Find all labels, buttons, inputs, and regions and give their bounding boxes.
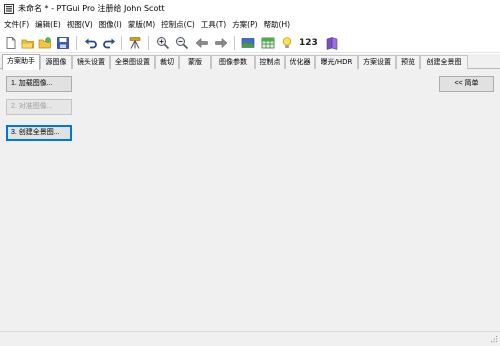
- table-icon[interactable]: [261, 36, 275, 50]
- tab-project-settings[interactable]: 方案设置: [358, 55, 396, 69]
- tab-preview[interactable]: 预览: [396, 55, 420, 69]
- undo-icon[interactable]: [84, 36, 98, 50]
- tab-bar: 方案助手 源图像 镜头设置 全景图设置 裁切 蒙版 图像参数 控制点 优化器 曝…: [0, 54, 500, 70]
- tab-source-images[interactable]: 源图像: [40, 55, 72, 69]
- simple-mode-button[interactable]: << 简单: [439, 76, 494, 92]
- title-bar: 未命名 * - PTGui Pro 注册给 John Scott: [0, 0, 500, 18]
- resize-grip-icon[interactable]: [489, 335, 498, 344]
- status-bar: [0, 331, 500, 346]
- toolbar-separator: [121, 36, 122, 50]
- menu-tools[interactable]: 工具(T): [198, 18, 229, 32]
- tab-control-points[interactable]: 控制点: [255, 55, 285, 69]
- toolbar: 123: [0, 33, 500, 53]
- zoom-in-icon[interactable]: [156, 36, 170, 50]
- tab-project-assistant[interactable]: 方案助手: [2, 54, 40, 70]
- menu-bar: 文件(F) 编辑(E) 视图(V) 图像(I) 蒙版(M) 控制点(C) 工具(…: [0, 18, 500, 32]
- menu-mask[interactable]: 蒙版(M): [125, 18, 158, 32]
- create-panorama-button[interactable]: 3. 创建全景图...: [6, 125, 72, 141]
- menu-images[interactable]: 图像(I): [96, 18, 125, 32]
- save-icon[interactable]: [56, 36, 70, 50]
- tab-crop[interactable]: 裁切: [155, 55, 179, 69]
- menu-help[interactable]: 帮助(H): [261, 18, 294, 32]
- toolbar-separator: [76, 36, 77, 50]
- tripod-icon[interactable]: [128, 36, 142, 50]
- menu-file[interactable]: 文件(F): [0, 18, 32, 32]
- tab-lens-settings[interactable]: 镜头设置: [72, 55, 110, 69]
- toolbar-separator: [234, 36, 235, 50]
- ptgui-app-icon: [4, 4, 14, 14]
- numbers-icon[interactable]: 123: [299, 36, 318, 50]
- open-recent-icon[interactable]: [38, 36, 52, 50]
- zoom-out-icon[interactable]: [175, 36, 189, 50]
- tab-mask[interactable]: 蒙版: [179, 55, 211, 69]
- back-arrow-icon[interactable]: [195, 36, 209, 50]
- load-images-button[interactable]: 1. 加载图像...: [6, 76, 72, 92]
- tab-create-panorama[interactable]: 创建全景图: [420, 55, 468, 69]
- tab-optimizer[interactable]: 优化器: [285, 55, 315, 69]
- open-folder-icon[interactable]: [21, 36, 35, 50]
- tab-panorama-settings[interactable]: 全景图设置: [110, 55, 155, 69]
- new-document-icon[interactable]: [4, 36, 18, 50]
- menu-edit[interactable]: 编辑(E): [32, 18, 64, 32]
- menu-control-points[interactable]: 控制点(C): [158, 18, 198, 32]
- tab-image-parameters[interactable]: 图像参数: [211, 55, 255, 69]
- tab-exposure-hdr[interactable]: 曝光/HDR: [315, 55, 358, 69]
- redo-icon[interactable]: [102, 36, 116, 50]
- forward-arrow-icon[interactable]: [214, 36, 228, 50]
- align-images-button[interactable]: 2. 对准图像...: [6, 99, 72, 115]
- panorama-editor-icon[interactable]: [241, 36, 255, 50]
- menu-project[interactable]: 方案(P): [229, 18, 260, 32]
- book-icon[interactable]: [325, 36, 339, 50]
- toolbar-separator: [148, 36, 149, 50]
- window-title: 未命名 * - PTGui Pro 注册给 John Scott: [18, 4, 165, 13]
- menu-view[interactable]: 视图(V): [64, 18, 96, 32]
- project-assistant-panel: 1. 加载图像... 2. 对准图像... 3. 创建全景图... << 简单: [0, 69, 500, 331]
- lightbulb-icon[interactable]: [280, 36, 294, 50]
